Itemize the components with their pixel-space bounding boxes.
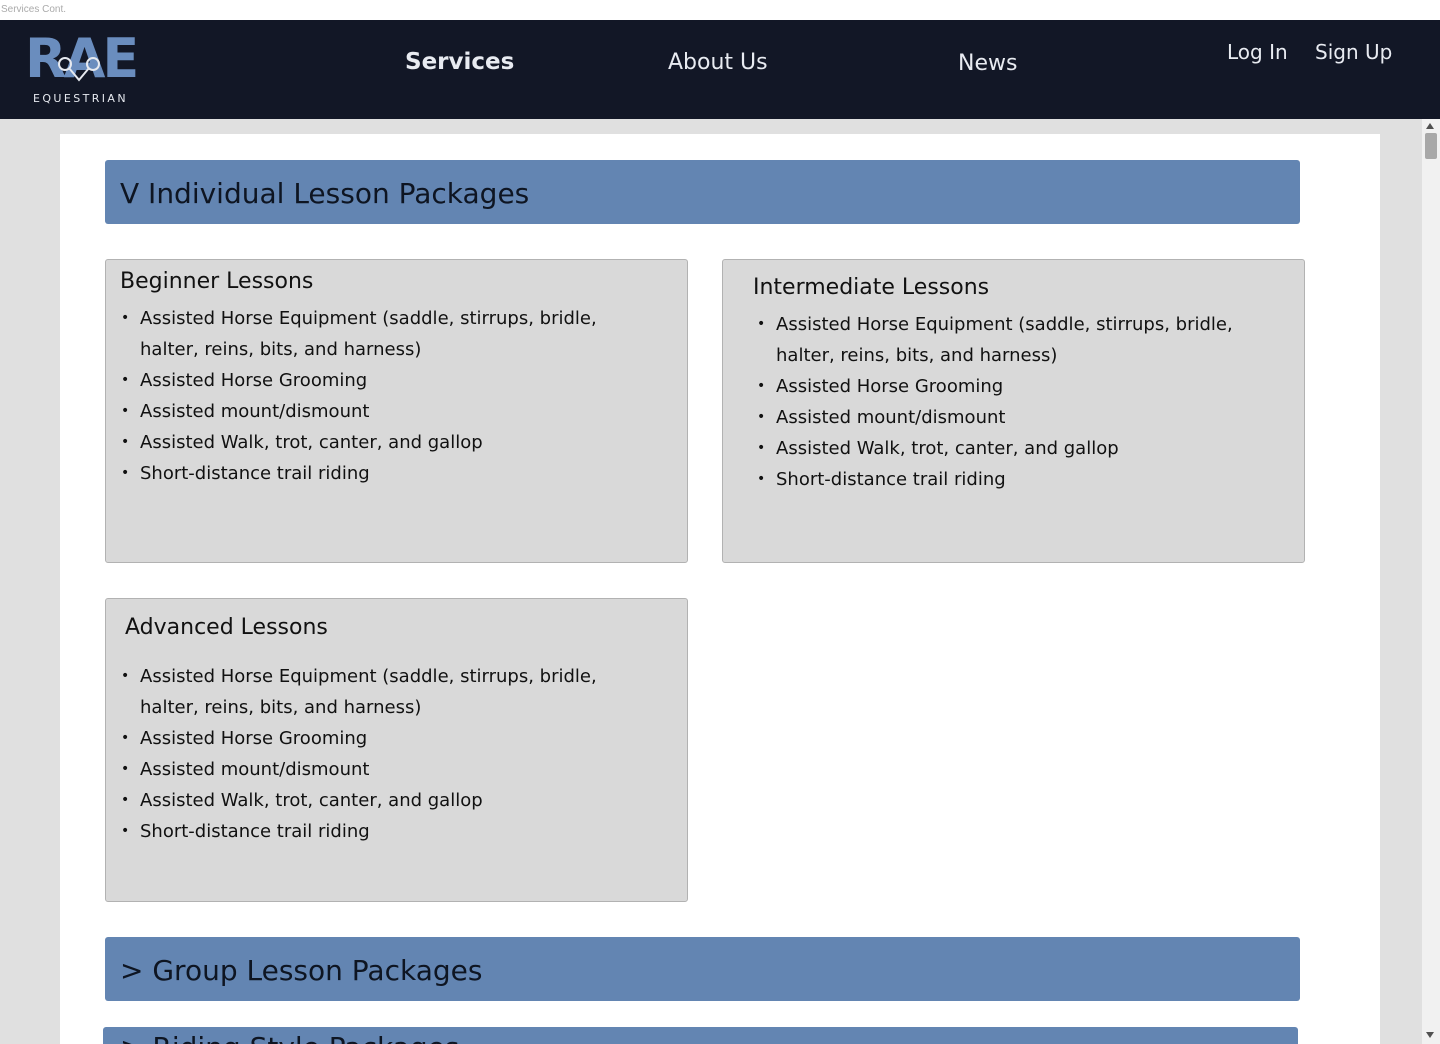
list-item: Short-distance trail riding — [756, 464, 1276, 495]
signup-link[interactable]: Sign Up — [1315, 40, 1392, 64]
main-content: V Individual Lesson Packages Beginner Le… — [60, 134, 1380, 1044]
tab-title-text: Services Cont. — [1, 4, 67, 15]
card-title: Beginner Lessons — [120, 269, 314, 294]
vertical-scrollbar[interactable] — [1422, 119, 1440, 1044]
lesson-list: Assisted Horse Equipment (saddle, stirru… — [756, 309, 1276, 495]
list-item: Assisted mount/dismount — [756, 402, 1276, 433]
list-item: Assisted Horse Grooming — [120, 723, 640, 754]
list-item: Short-distance trail riding — [120, 816, 640, 847]
list-item: Assisted Horse Equipment (saddle, stirru… — [120, 303, 640, 365]
browser-tab-title: Services Cont. — [0, 0, 1440, 20]
nav-services-link[interactable]: Services — [405, 49, 514, 75]
horse-bit-icon — [58, 57, 100, 82]
list-item: Short-distance trail riding — [120, 458, 640, 489]
list-item: Assisted mount/dismount — [120, 396, 640, 427]
scroll-down-arrow-icon[interactable] — [1426, 1032, 1434, 1038]
list-item: Assisted Horse Grooming — [756, 371, 1276, 402]
scroll-up-arrow-icon[interactable] — [1426, 123, 1434, 129]
beginner-lessons-card: Beginner Lessons Assisted Horse Equipmen… — [105, 259, 688, 563]
list-item: Assisted Horse Equipment (saddle, stirru… — [756, 309, 1276, 371]
list-item: Assisted mount/dismount — [120, 754, 640, 785]
list-item: Assisted Walk, trot, canter, and gallop — [756, 433, 1276, 464]
top-navbar: RAE EQUESTRIAN Services About Us News Lo… — [0, 20, 1440, 119]
card-title: Advanced Lessons — [125, 615, 328, 640]
login-link[interactable]: Log In — [1227, 40, 1288, 64]
lesson-list: Assisted Horse Equipment (saddle, stirru… — [120, 661, 640, 847]
lesson-list: Assisted Horse Equipment (saddle, stirru… — [120, 303, 640, 489]
group-lessons-accordion[interactable]: > Group Lesson Packages — [105, 937, 1300, 1001]
list-item: Assisted Walk, trot, canter, and gallop — [120, 427, 640, 458]
nav-about-link[interactable]: About Us — [668, 50, 768, 75]
logo-subtitle: EQUESTRIAN — [33, 92, 128, 105]
advanced-lessons-card: Advanced Lessons Assisted Horse Equipmen… — [105, 598, 688, 902]
list-item: Assisted Walk, trot, canter, and gallop — [120, 785, 640, 816]
individual-lessons-accordion[interactable]: V Individual Lesson Packages — [105, 160, 1300, 224]
card-title: Intermediate Lessons — [753, 275, 990, 300]
nav-news-link[interactable]: News — [958, 51, 1017, 76]
list-item: Assisted Horse Equipment (saddle, stirru… — [120, 661, 640, 723]
rae-equestrian-logo[interactable]: RAE EQUESTRIAN — [25, 32, 139, 108]
riding-style-accordion[interactable]: > Riding Style Packages — [103, 1027, 1298, 1044]
list-item: Assisted Horse Grooming — [120, 365, 640, 396]
scroll-thumb[interactable] — [1425, 133, 1437, 159]
intermediate-lessons-card: Intermediate Lessons Assisted Horse Equi… — [722, 259, 1305, 563]
